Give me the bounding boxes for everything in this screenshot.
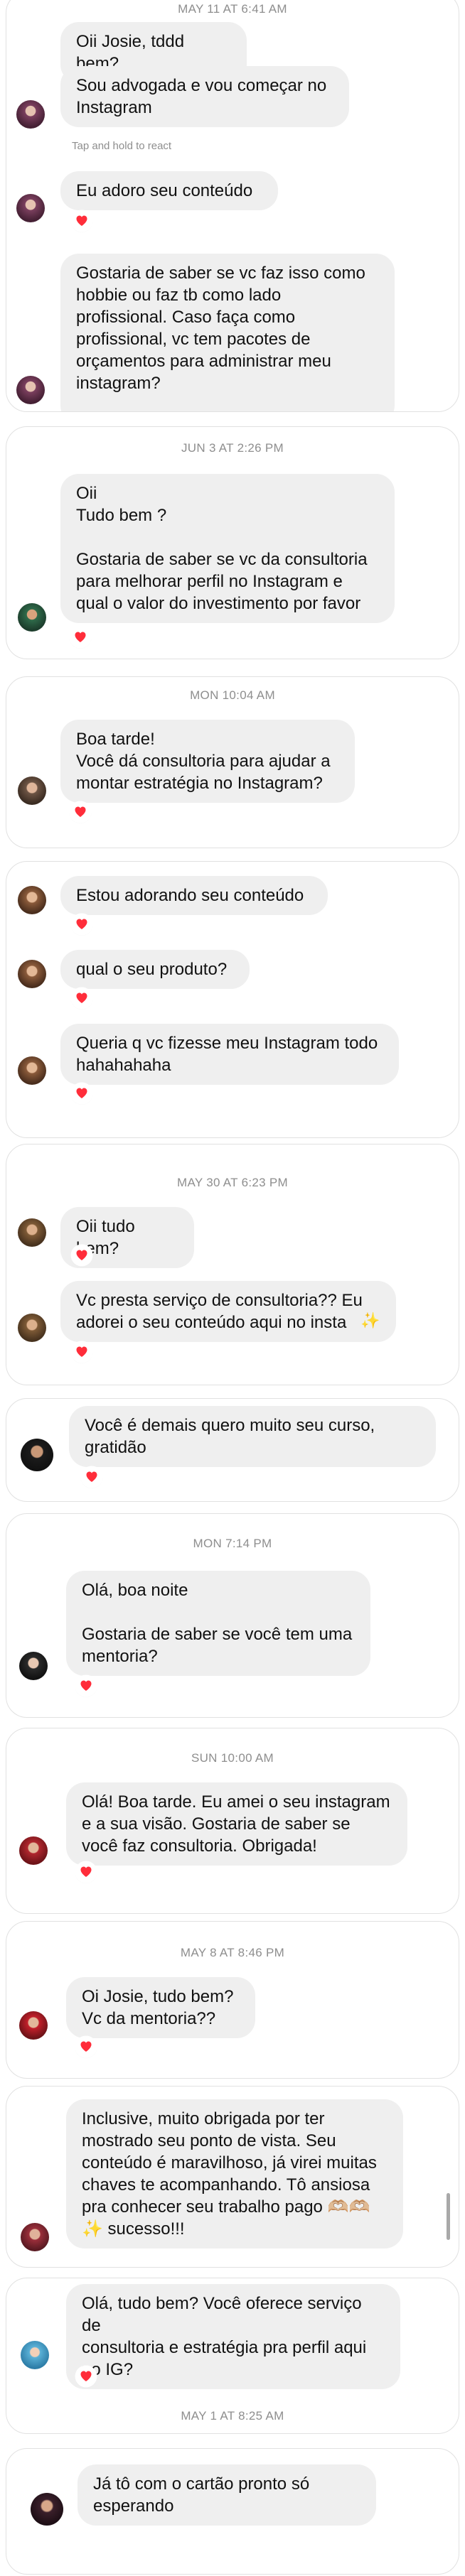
message-text: Você é demais quero muito seu curso, gra… xyxy=(85,1416,375,1457)
message-bubble[interactable]: Gostaria de saber se vc faz isso como ho… xyxy=(60,254,395,411)
sender-avatar[interactable] xyxy=(19,1652,48,1680)
message-bubble[interactable]: Já tô com o cartão pronto só esperando xyxy=(78,2464,376,2526)
message-bubble[interactable]: Vc presta serviço de consultoria?? Eu ad… xyxy=(60,1281,396,1342)
sender-avatar[interactable] xyxy=(18,776,46,805)
heart-reaction-icon[interactable] xyxy=(76,2037,96,2057)
sender-avatar[interactable] xyxy=(21,2341,49,2369)
message-text: Boa tarde! Você dá consultoria para ajud… xyxy=(76,730,331,793)
message-text: Olá, boa noite Gostaria de saber se você… xyxy=(82,1581,353,1666)
sender-avatar[interactable] xyxy=(18,1056,46,1085)
message-text: Eu adoro seu conteúdo xyxy=(76,181,253,200)
tap-and-hold-hint: Tap and hold to react xyxy=(72,140,172,152)
thread-timestamp: SUN 10:00 AM xyxy=(191,1751,274,1765)
sender-avatar[interactable] xyxy=(21,2223,49,2251)
sender-avatar[interactable] xyxy=(19,1836,48,1865)
heart-reaction-icon[interactable] xyxy=(72,914,92,934)
heart-reaction-icon[interactable] xyxy=(82,1467,102,1487)
heart-reaction-icon[interactable] xyxy=(72,988,92,1008)
dm-thread-card: MON 10:04 AM Boa tarde! Você dá consulto… xyxy=(6,676,459,848)
message-text: Estou adorando seu conteúdo xyxy=(76,886,304,905)
message-bubble[interactable]: Oii Tudo bem ? Gostaria de saber se vc d… xyxy=(60,474,395,623)
message-text: Já tô com o cartão pronto só esperando xyxy=(93,2474,310,2516)
dm-thread-card: MAY 8 AT 8:46 PM Oi Josie, tudo bem? Vc … xyxy=(6,1921,459,2079)
thread-timestamp: JUN 3 AT 2:26 PM xyxy=(181,441,284,455)
message-bubble[interactable]: Estou adorando seu conteúdo xyxy=(60,876,328,915)
dm-thread-card: Inclusive, muito obrigada por ter mostra… xyxy=(6,2086,459,2268)
message-bubble[interactable]: Queria q vc fizesse meu Instagram todo h… xyxy=(60,1024,399,1085)
dm-thread-card: Já tô com o cartão pronto só esperando xyxy=(6,2448,459,2575)
message-bubble[interactable]: Oi Josie, tudo bem? Vc da mentoria?? xyxy=(66,1977,255,2038)
sender-avatar[interactable] xyxy=(21,1439,53,1471)
message-text: Olá, tudo bem? Você oferece serviço de c… xyxy=(82,2294,367,2379)
message-text: Queria q vc fizesse meu Instagram todo h… xyxy=(76,1034,378,1075)
message-bubble[interactable]: Boa tarde! Você dá consultoria para ajud… xyxy=(60,720,355,803)
sender-avatar[interactable] xyxy=(31,2493,63,2526)
message-bubble[interactable]: Inclusive, muito obrigada por ter mostra… xyxy=(66,2099,403,2248)
dm-thread-card: Você é demais quero muito seu curso, gra… xyxy=(6,1398,459,1502)
message-text: Olá! Boa tarde. Eu amei o seu instagram … xyxy=(82,1792,390,1856)
message-text: Oii Tudo bem ? Gostaria de saber se vc d… xyxy=(76,484,368,613)
message-text: Vc presta serviço de consultoria?? Eu ad… xyxy=(76,1291,363,1332)
heart-reaction-icon[interactable] xyxy=(76,1862,96,1882)
sender-avatar[interactable] xyxy=(18,960,46,988)
sender-avatar[interactable] xyxy=(18,603,46,632)
thread-timestamp: MAY 30 AT 6:23 PM xyxy=(177,1176,288,1189)
heart-reaction-icon[interactable] xyxy=(72,1083,92,1103)
message-bubble[interactable]: Olá! Boa tarde. Eu amei o seu instagram … xyxy=(66,1782,407,1866)
heart-reaction-icon[interactable] xyxy=(70,802,90,822)
dm-thread-card: MAY 30 AT 6:23 PM Oii tudo bem? Vc prest… xyxy=(6,1144,459,1385)
dm-thread-card: SUN 10:00 AM Olá! Boa tarde. Eu amei o s… xyxy=(6,1728,459,1914)
sparkles-icon: ✨ xyxy=(360,1311,380,1329)
message-text: qual o seu produto? xyxy=(76,960,228,979)
thread-timestamp: MAY 1 AT 8:25 AM xyxy=(181,2409,284,2423)
message-bubble[interactable]: Você é demais quero muito seu curso, gra… xyxy=(69,1406,436,1467)
heart-reaction-icon[interactable] xyxy=(72,1245,92,1265)
thread-timestamp: MON 10:04 AM xyxy=(190,688,275,702)
heart-reaction-icon[interactable] xyxy=(76,1676,96,1696)
heart-reaction-icon[interactable] xyxy=(76,2366,96,2386)
message-text: Sou advogada e vou começar no Instagram xyxy=(76,76,327,117)
dm-thread-card: JUN 3 AT 2:26 PM Oii Tudo bem ? Gostaria… xyxy=(6,426,459,659)
message-text: Oi Josie, tudo bem? Vc da mentoria?? xyxy=(82,1987,234,2028)
thread-timestamp: MON 7:14 PM xyxy=(193,1537,272,1550)
message-text: Gostaria de saber se vc faz isso como ho… xyxy=(76,264,365,393)
heart-reaction-icon[interactable] xyxy=(72,1342,92,1362)
message-text: Inclusive, muito obrigada por ter mostra… xyxy=(82,2109,377,2239)
sender-avatar[interactable] xyxy=(19,2011,48,2040)
thread-timestamp: MAY 8 AT 8:46 PM xyxy=(180,1946,285,1959)
heart-reaction-icon[interactable] xyxy=(70,627,90,647)
dm-thread-card: MAY 11 AT 6:41 AM Oii Josie, tddd bem? S… xyxy=(6,0,459,412)
sender-avatar[interactable] xyxy=(16,194,45,222)
sender-avatar[interactable] xyxy=(18,1314,46,1342)
dm-thread-card: MON 7:14 PM Olá, boa noite Gostaria de s… xyxy=(6,1513,459,1718)
sender-avatar[interactable] xyxy=(16,376,45,404)
sender-avatar[interactable] xyxy=(18,886,46,914)
scrollbar-thumb[interactable] xyxy=(447,2193,450,2240)
message-bubble[interactable]: Olá, boa noite Gostaria de saber se você… xyxy=(66,1571,370,1676)
thread-timestamp: MAY 11 AT 6:41 AM xyxy=(178,2,287,16)
dm-thread-card: Olá, tudo bem? Você oferece serviço de c… xyxy=(6,2278,459,2434)
message-bubble[interactable]: Sou advogada e vou começar no Instagram xyxy=(60,66,349,127)
sender-avatar[interactable] xyxy=(16,100,45,129)
message-bubble[interactable]: Eu adoro seu conteúdo xyxy=(60,171,278,210)
message-bubble[interactable]: qual o seu produto? xyxy=(60,950,250,989)
heart-reaction-icon[interactable] xyxy=(72,211,92,231)
sender-avatar[interactable] xyxy=(18,1218,46,1247)
dm-thread-card: Estou adorando seu conteúdo qual o seu p… xyxy=(6,861,459,1138)
message-bubble[interactable]: Olá, tudo bem? Você oferece serviço de c… xyxy=(66,2284,400,2389)
